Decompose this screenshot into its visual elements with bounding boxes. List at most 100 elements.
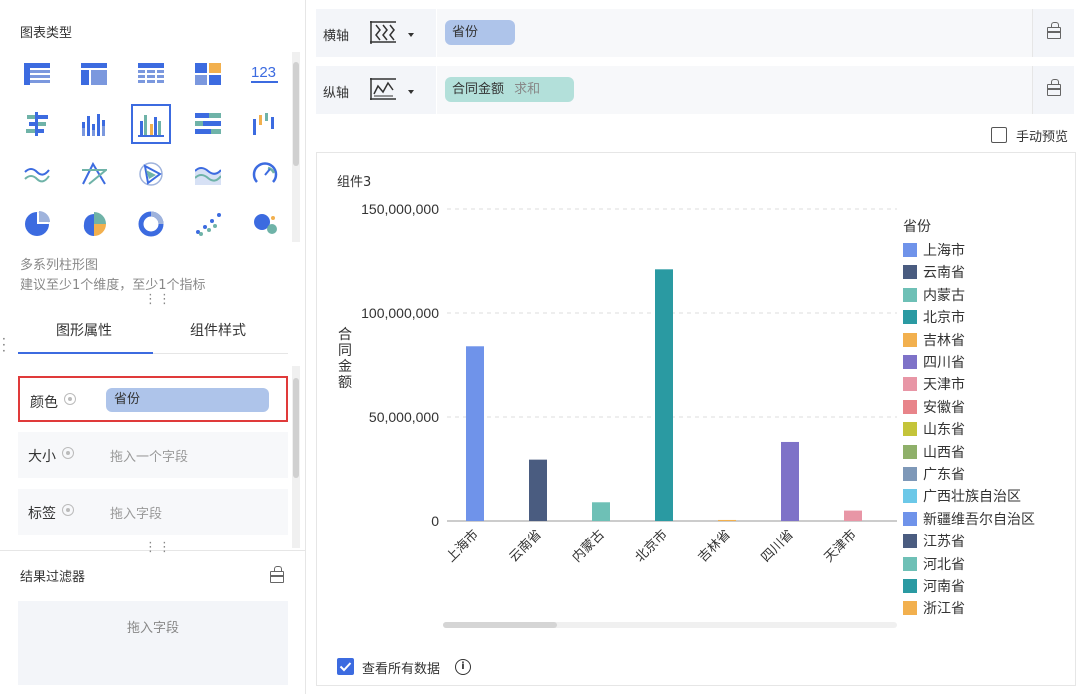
chart-type-title: 图表类型 (20, 26, 73, 41)
x-axis-field-pill[interactable]: 省份 (445, 20, 515, 45)
y-tick-label: 150,000,000 (361, 201, 439, 217)
legend-item[interactable]: 上海市 (903, 241, 965, 261)
legend-label: 吉林省 (923, 332, 965, 349)
legend-item[interactable]: 安徽省 (903, 398, 965, 418)
cross-table-icon[interactable] (131, 54, 171, 94)
lock-icon[interactable] (269, 566, 284, 583)
group-table-icon[interactable] (74, 54, 114, 94)
legend-item[interactable]: 云南省 (903, 263, 965, 283)
legend-label: 广东省 (923, 467, 965, 483)
manual-preview-checkbox[interactable] (991, 127, 1007, 143)
legend-label: 河南省 (923, 579, 965, 595)
legend-item[interactable]: 广东省 (903, 465, 965, 485)
panel-collapse-handle[interactable]: · · · (2, 333, 6, 357)
property-color-row[interactable]: 颜色 省份 (18, 376, 288, 422)
y-axis-chart-icon[interactable] (368, 76, 398, 106)
number-card-icon[interactable]: 123 (245, 54, 285, 94)
resize-handle-bottom[interactable]: ⋮⋮ (144, 540, 172, 555)
legend-item[interactable]: 吉林省 (903, 331, 965, 351)
number-card-icon-text: 123 (251, 64, 276, 81)
legend-item[interactable]: 江苏省 (903, 532, 965, 552)
x-axis-dropzone[interactable]: 省份 (436, 9, 1032, 57)
legend-item[interactable]: 河北省 (903, 555, 965, 575)
legend-swatch (903, 422, 917, 437)
lock-icon[interactable] (1046, 79, 1061, 96)
bubble-icon[interactable] (245, 204, 285, 244)
gear-icon[interactable] (62, 504, 74, 516)
kpi-card-icon[interactable] (188, 54, 228, 94)
size-field-placeholder[interactable]: 拖入一个字段 (110, 446, 188, 465)
legend-swatch (903, 511, 917, 526)
legend-item[interactable]: 浙江省 (903, 599, 965, 619)
legend-swatch (903, 556, 917, 571)
property-label-row[interactable]: 标签 拖入字段 (18, 489, 288, 535)
polygon-radar-icon[interactable] (131, 154, 171, 194)
y-axis-label: 纵轴 (323, 86, 350, 101)
lock-icon[interactable] (1046, 22, 1061, 39)
property-size-row[interactable]: 大小 拖入一个字段 (18, 432, 288, 478)
detail-table-icon[interactable] (17, 54, 57, 94)
gear-icon[interactable] (62, 447, 74, 459)
legend-item[interactable]: 河南省 (903, 577, 965, 597)
chevron-down-icon[interactable] (408, 90, 414, 94)
label-field-placeholder[interactable]: 拖入字段 (110, 503, 162, 522)
waterfall-icon[interactable] (245, 104, 285, 144)
tab-graphic-properties[interactable]: 图形属性 (56, 320, 112, 340)
percent-bar-icon[interactable] (188, 104, 228, 144)
legend-swatch (903, 489, 917, 504)
x-axis-chart-icon[interactable] (368, 19, 398, 49)
property-scrollbar[interactable] (292, 366, 300, 548)
rose-pie-icon[interactable] (74, 204, 114, 244)
legend-swatch (903, 287, 917, 302)
legend-label: 四川省 (923, 355, 965, 371)
stacked-column-icon[interactable] (74, 104, 114, 144)
chart-horizontal-scrollbar[interactable] (443, 622, 897, 628)
legend-item[interactable]: 新疆维吾尔自治区 (903, 510, 1035, 530)
legend-item[interactable]: 北京市 (903, 308, 965, 328)
area-icon[interactable] (188, 154, 228, 194)
legend-item[interactable]: 山西省 (903, 443, 965, 463)
x-tick-label: 上海市 (443, 527, 482, 566)
y-axis-field-pill[interactable]: 合同金额 求和 (445, 77, 574, 102)
gear-icon[interactable] (64, 393, 76, 405)
x-tick-label: 吉林省 (696, 527, 734, 565)
legend-item[interactable]: 四川省 (903, 353, 965, 373)
scatter-icon[interactable] (188, 204, 228, 244)
grouped-bar-icon[interactable] (17, 104, 57, 144)
radar-icon[interactable] (74, 154, 114, 194)
x-axis-lock-area (1032, 9, 1074, 57)
chart-type-scrollbar[interactable] (292, 52, 300, 242)
legend-label: 上海市 (923, 243, 965, 259)
ring-icon[interactable] (131, 204, 171, 244)
legend-swatch (903, 467, 917, 481)
info-icon[interactable]: i (455, 659, 471, 675)
chart-svg: 0 50,000,000 100,000,000 150,000,000 合同金额上海市… (338, 201, 897, 566)
result-filter-dropzone[interactable]: 拖入字段 (18, 601, 288, 685)
y-axis-dropzone[interactable]: 合同金额 求和 (436, 66, 1032, 114)
legend-swatch (903, 399, 917, 414)
resize-handle-top[interactable]: ⋮⋮ (144, 292, 172, 307)
x-tick-label: 内蒙古 (569, 527, 608, 566)
tab-component-style[interactable]: 组件样式 (190, 320, 246, 340)
pie-icon[interactable] (17, 204, 57, 244)
right-panel: 横轴 省份 纵轴 合同金额 求和 手动预览 组件3 0 50,000,000 1… (306, 0, 1082, 694)
legend-swatch (903, 444, 917, 459)
y-axis-aggregation[interactable]: 求和 (514, 82, 540, 97)
chart-bar (844, 510, 862, 521)
legend-label: 山东省 (923, 422, 965, 439)
line-icon[interactable] (17, 154, 57, 194)
chevron-down-icon[interactable] (408, 33, 414, 37)
color-field-tag[interactable]: 省份 (106, 388, 269, 412)
gauge-icon[interactable] (245, 154, 285, 194)
legend-item[interactable]: 内蒙古 (903, 286, 965, 306)
legend-label: 北京市 (923, 310, 965, 327)
legend-item[interactable]: 天津市 (903, 375, 965, 395)
chart-bar (781, 441, 799, 521)
see-all-data-checkbox[interactable] (337, 658, 354, 675)
legend-item[interactable]: 广西壮族自治区 (903, 487, 1021, 507)
legend-item[interactable]: 山东省 (903, 420, 965, 440)
x-tick-label: 北京市 (632, 527, 671, 566)
legend-swatch (903, 601, 917, 616)
legend-swatch (903, 265, 917, 280)
multi-series-column-icon[interactable] (131, 104, 171, 144)
